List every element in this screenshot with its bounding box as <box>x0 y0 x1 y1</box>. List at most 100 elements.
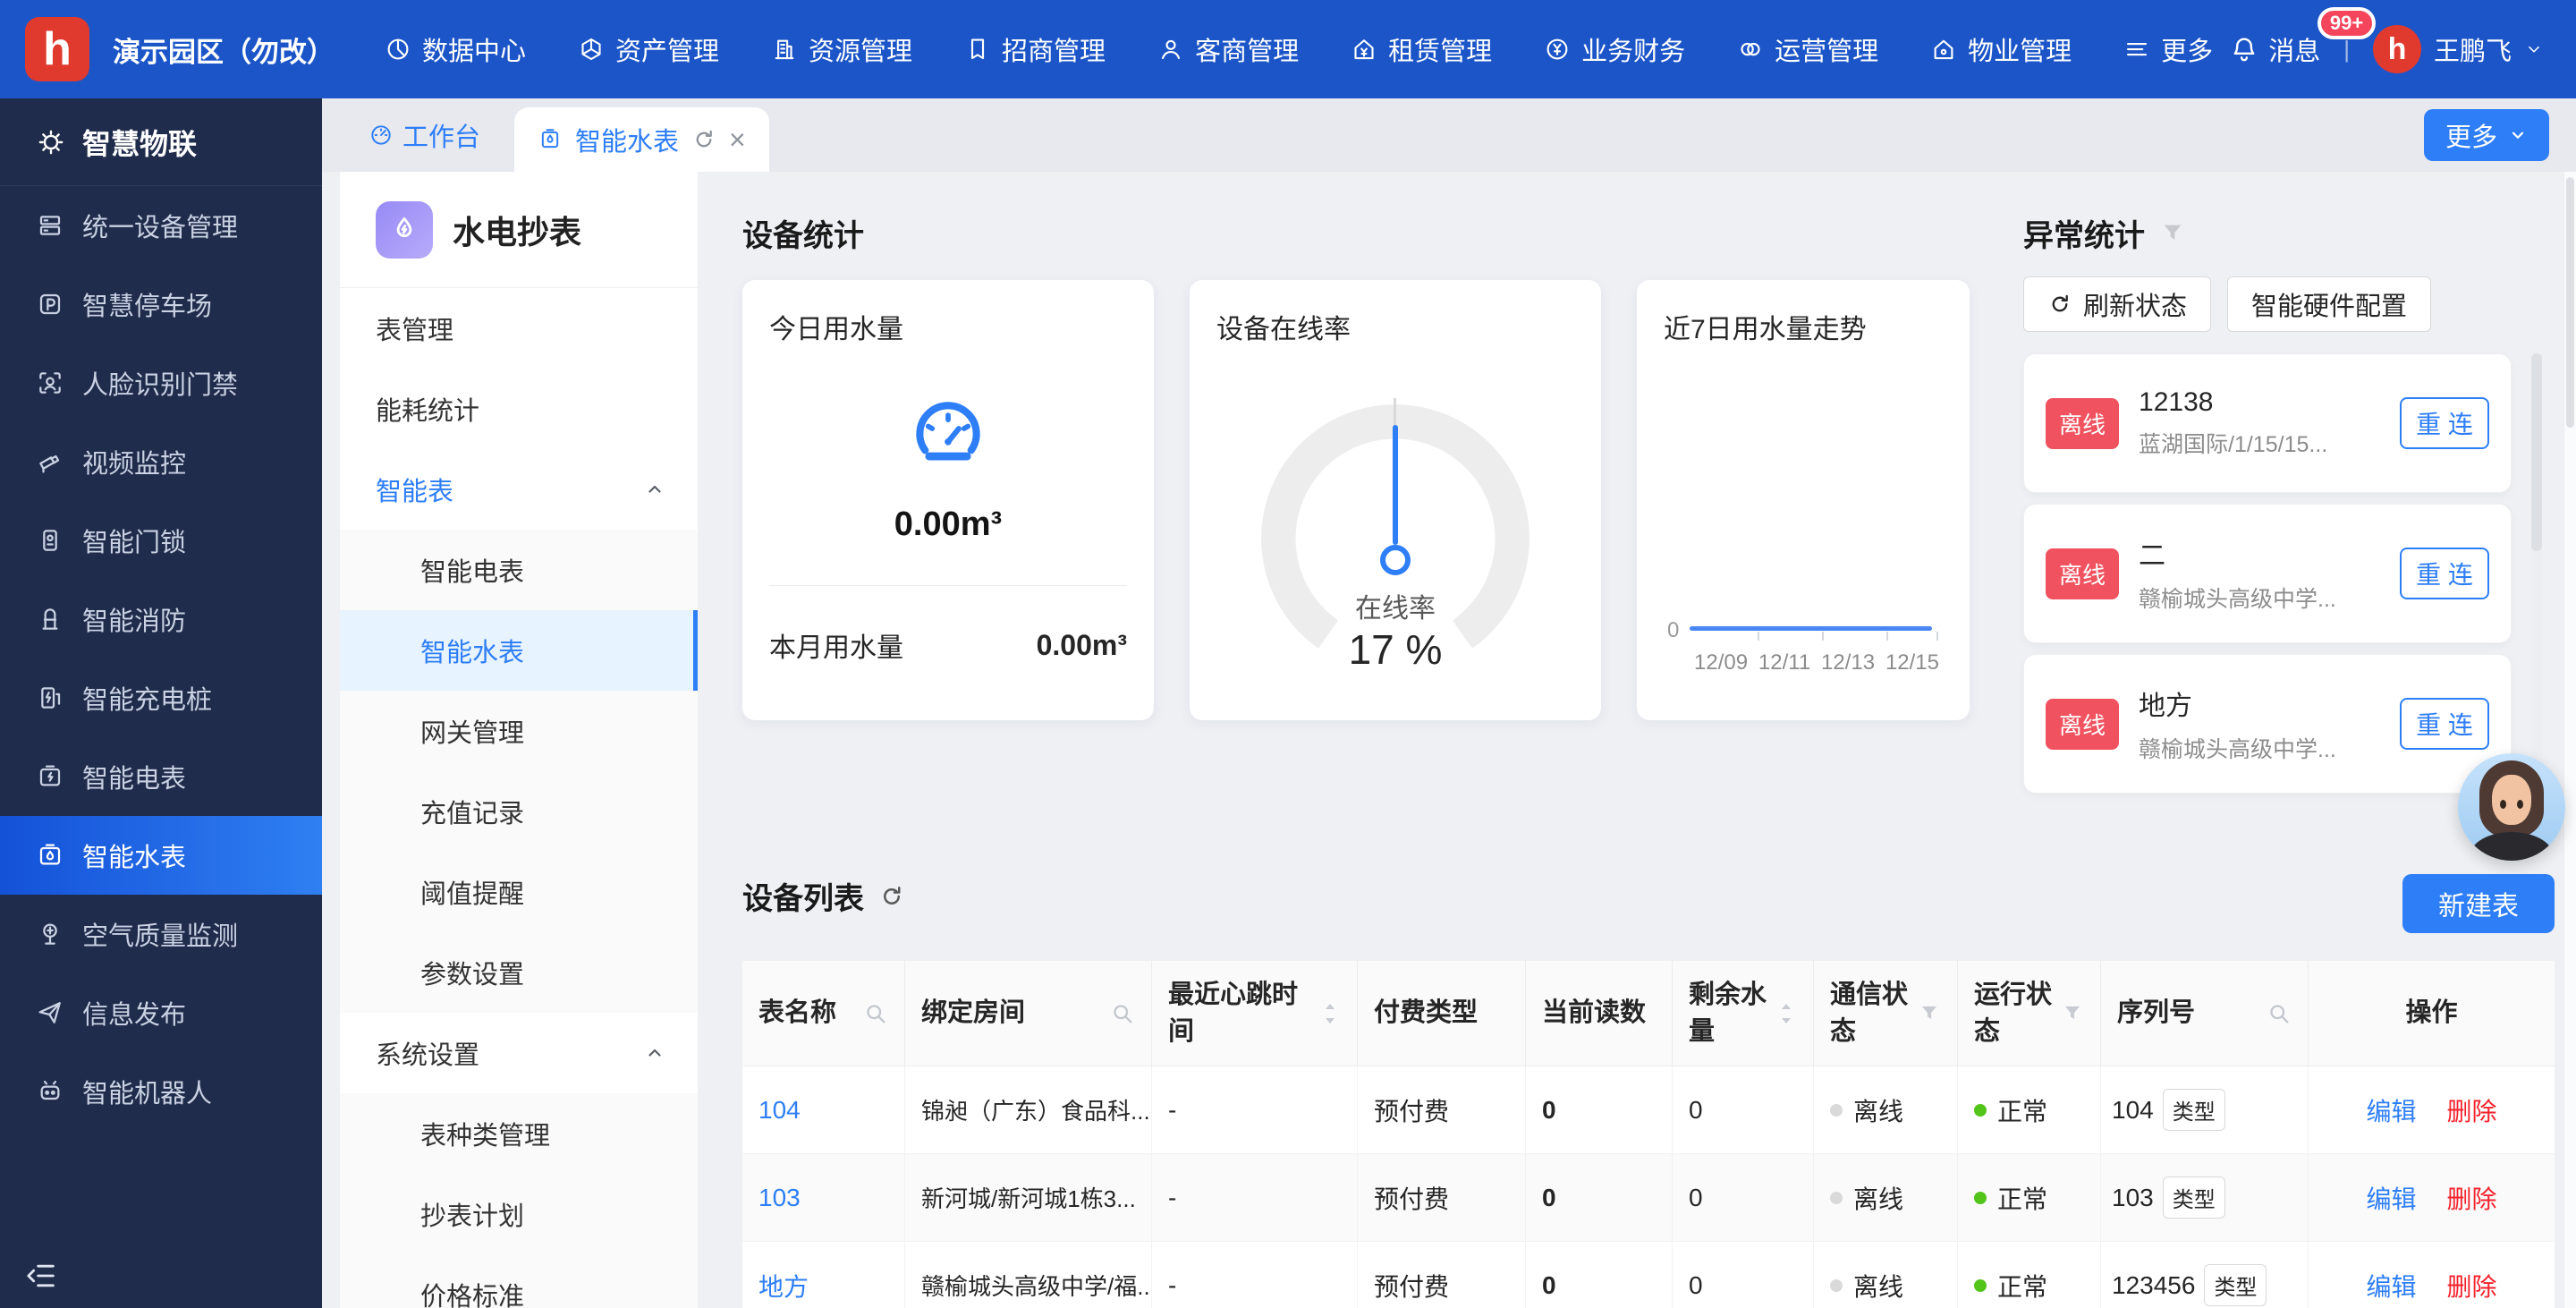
nav-item-finance[interactable]: 业务财务 <box>1544 30 1685 68</box>
sidebar-item-info-publish[interactable]: 信息发布 <box>0 973 322 1052</box>
smart-hardware-config-button[interactable]: 智能硬件配置 <box>2227 276 2431 332</box>
messages-label: 消息 <box>2268 30 2320 68</box>
page-scrollbar[interactable] <box>2563 172 2576 1308</box>
nav-right-cluster: 消息 99+ | h 王鹏飞 <box>2229 25 2544 73</box>
sidebar-item-smart-charging[interactable]: 智能充电桩 <box>0 658 322 737</box>
submenu-item-smart-meter[interactable]: 智能表 <box>340 449 698 530</box>
delete-link[interactable]: 删除 <box>2447 1092 2497 1128</box>
submenu-item-energy-statistics[interactable]: 能耗统计 <box>340 369 698 449</box>
submenu-item-meter-management[interactable]: 表管理 <box>340 288 698 369</box>
submenu-title: 水电抄表 <box>453 207 581 253</box>
tab-refresh-icon[interactable] <box>691 127 716 152</box>
online-rate-label: 在线率 <box>1252 586 1538 625</box>
water-meter-doc-icon <box>538 127 563 152</box>
x-tick-label: 12/13 <box>1821 650 1875 675</box>
submenu-item-gateway-management[interactable]: 网关管理 <box>340 691 698 771</box>
sidebar-collapse-button[interactable] <box>23 1258 59 1294</box>
water-trend-card: 近7日用水量走势 0 <box>1637 280 1970 720</box>
month-water-value: 0.00m³ <box>1037 629 1127 662</box>
filter-funnel-icon[interactable] <box>1918 1002 1941 1025</box>
nav-item-investment-mgmt[interactable]: 招商管理 <box>964 30 1106 68</box>
card-divider <box>769 585 1127 586</box>
sidebar-item-smart-door-lock[interactable]: 智能门锁 <box>0 501 322 580</box>
meter-name-link[interactable]: 地方 <box>758 1268 809 1304</box>
sidebar-item-face-access[interactable]: 人脸识别门禁 <box>0 344 322 422</box>
submenu-item-price-standard[interactable]: 价格标准 <box>340 1254 698 1308</box>
refresh-icon[interactable] <box>878 883 905 910</box>
search-icon[interactable] <box>1110 1001 1135 1026</box>
tab-smart-water-meter[interactable]: 智能水表 × <box>514 107 769 172</box>
new-meter-button[interactable]: 新建表 <box>2402 874 2555 933</box>
filter-funnel-icon[interactable] <box>2159 220 2186 247</box>
sidebar-item-smart-water-meter[interactable]: 智能水表 <box>0 816 322 895</box>
submenu-item-meter-type-management[interactable]: 表种类管理 <box>340 1093 698 1174</box>
nav-item-property-mgmt[interactable]: 物业管理 <box>1930 30 2072 68</box>
filter-funnel-icon[interactable] <box>2061 1002 2084 1025</box>
offline-dot <box>1830 1192 1843 1204</box>
edit-link[interactable]: 编辑 <box>2366 1268 2416 1304</box>
col-pay-type: 付费类型 <box>1374 995 1478 1032</box>
cell-reading: 0 <box>1526 1242 1673 1308</box>
iot-network-icon <box>36 127 66 157</box>
nav-item-data-center[interactable]: 数据中心 <box>385 30 526 68</box>
delete-link[interactable]: 删除 <box>2447 1268 2497 1304</box>
messages-button[interactable]: 消息 99+ <box>2229 30 2320 68</box>
nav-item-lease-mgmt[interactable]: 租赁管理 <box>1351 30 1492 68</box>
submenu-item-meter-reading-plan[interactable]: 抄表计划 <box>340 1174 698 1254</box>
tabs-more-button[interactable]: 更多 <box>2424 109 2549 161</box>
sort-icon[interactable] <box>1775 1000 1797 1027</box>
submenu-header: 水电抄表 <box>340 172 698 288</box>
refresh-status-button[interactable]: 刷新状态 <box>2023 276 2211 332</box>
exception-list-scrollbar[interactable] <box>2531 353 2542 794</box>
reconnect-button[interactable]: 重 连 <box>2400 548 2489 599</box>
submenu-item-threshold-alerts[interactable]: 阈值提醒 <box>340 852 698 932</box>
cell-run-status: 正常 <box>1997 1092 2047 1128</box>
sidebar-item-smart-parking[interactable]: 智慧停车场 <box>0 265 322 344</box>
sidebar-item-smart-fire[interactable]: 智能消防 <box>0 580 322 658</box>
sidebar-item-air-quality[interactable]: 空气质量监测 <box>0 895 322 973</box>
offline-status-badge: 离线 <box>2046 699 2119 750</box>
collapse-icon <box>23 1258 59 1294</box>
nav-item-asset-mgmt[interactable]: 资产管理 <box>578 30 719 68</box>
cell-serial: 104 <box>2112 1096 2154 1125</box>
tab-close-icon[interactable]: × <box>729 125 746 154</box>
sidebar-item-smart-robot[interactable]: 智能机器人 <box>0 1052 322 1131</box>
reconnect-button[interactable]: 重 连 <box>2400 698 2489 750</box>
cell-bound-room: 赣榆城头高级中学/福... <box>905 1242 1152 1308</box>
exception-card: 离线 二 赣榆城头高级中学... 重 连 <box>2023 504 2512 643</box>
col-run-status: 运行状态 <box>1974 977 2054 1049</box>
user-menu[interactable]: h 王鹏飞 <box>2373 25 2544 73</box>
edit-link[interactable]: 编辑 <box>2366 1092 2416 1128</box>
tab-workbench[interactable]: 工作台 <box>361 98 487 172</box>
nav-item-merchant-mgmt[interactable]: 客商管理 <box>1157 30 1299 68</box>
meter-name-link[interactable]: 104 <box>758 1096 801 1125</box>
assistant-avatar-fab[interactable] <box>2458 753 2565 861</box>
delete-link[interactable]: 删除 <box>2447 1180 2497 1216</box>
reconnect-button[interactable]: 重 连 <box>2400 397 2489 449</box>
submenu-item-system-settings[interactable]: 系统设置 <box>340 1013 698 1093</box>
nav-item-operation-mgmt[interactable]: 运营管理 <box>1737 30 1878 68</box>
submenu-panel: 水电抄表 表管理 能耗统计 智能表 智能电表 智能水表 网关管理 充值记录 阈值… <box>340 172 698 1308</box>
chevron-up-icon <box>644 1042 665 1064</box>
cell-comm-status: 离线 <box>1853 1092 1903 1128</box>
sidebar-item-video-monitor[interactable]: 视频监控 <box>0 422 322 501</box>
dashboard-gauge-icon <box>369 123 394 148</box>
submenu-item-parameter-settings[interactable]: 参数设置 <box>340 932 698 1013</box>
nav-item-more[interactable]: 更多 <box>2123 30 2213 68</box>
search-icon[interactable] <box>863 1001 888 1026</box>
meter-name-link[interactable]: 103 <box>758 1184 801 1212</box>
device-location: 赣榆城头高级中学... <box>2139 582 2380 614</box>
pie-chart-icon <box>385 36 411 63</box>
sort-icon[interactable] <box>1319 1000 1341 1027</box>
sidebar-item-smart-electric-meter[interactable]: 智能电表 <box>0 737 322 816</box>
submenu-item-recharge-records[interactable]: 充值记录 <box>340 771 698 852</box>
table-header-row: 表名称 绑定房间 最近心跳时间 付费类型 当前读数 剩余水量 通信状态 运行状态… <box>742 961 2555 1066</box>
sidebar-item-unified-device-mgmt[interactable]: 统一设备管理 <box>0 186 322 265</box>
cell-remaining: 0 <box>1673 1242 1814 1308</box>
edit-link[interactable]: 编辑 <box>2366 1180 2416 1216</box>
nav-item-resource-mgmt[interactable]: 资源管理 <box>771 30 912 68</box>
search-icon[interactable] <box>2267 1001 2292 1026</box>
online-rate-gauge: 在线率 17 % <box>1252 346 1538 695</box>
submenu-item-smart-water-meter[interactable]: 智能水表 <box>340 610 698 691</box>
submenu-item-smart-electric-meter[interactable]: 智能电表 <box>340 530 698 610</box>
